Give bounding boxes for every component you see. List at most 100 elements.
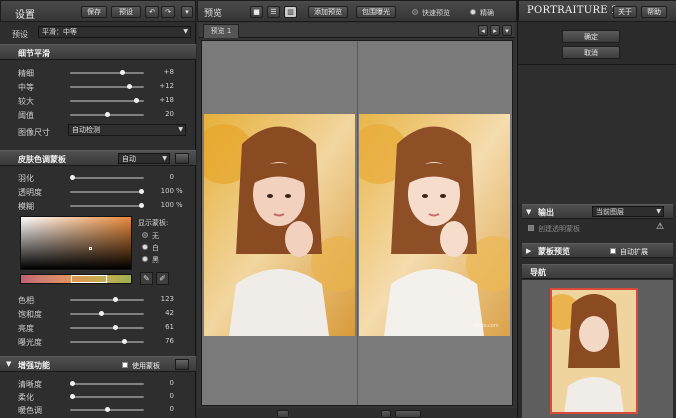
single-view-button[interactable]: ■ (250, 6, 263, 18)
enhance-picker-icon[interactable] (175, 359, 189, 370)
new-mask-layer-checkbox[interactable] (528, 225, 534, 231)
preview-divider[interactable] (357, 41, 358, 405)
save-button[interactable]: 保存 (81, 6, 107, 18)
navigator-area (522, 280, 673, 418)
output-header[interactable]: ▼ 输出 当前图层 ▼ (522, 204, 673, 219)
right-spacer (518, 64, 676, 204)
image-size-select[interactable]: 自动检测 ▼ (68, 124, 186, 136)
image-size-value: 自动检测 (72, 126, 100, 134)
tab-preview-1[interactable]: 预览 1 (203, 24, 239, 38)
enhancement-header[interactable]: ▼ 增强功能 使用蒙板 (0, 356, 196, 372)
auto-expand-checkbox[interactable] (610, 248, 616, 254)
cancel-button[interactable]: 取消 (562, 46, 620, 59)
undo-button[interactable]: ↶ (145, 6, 159, 18)
slider-label: 清晰度 (18, 380, 42, 389)
split-vertical-button[interactable]: ▥ (284, 6, 297, 18)
show-mask-radio[interactable] (142, 232, 148, 238)
tab-scroll-right-button[interactable]: ▸ (490, 25, 500, 36)
zoom-out-button[interactable] (277, 410, 289, 418)
mask-preview-header[interactable]: ▶ 蒙板预览 自动扩展 (522, 243, 673, 258)
right-header: PORTRAITURE 2 关于 帮助 (518, 0, 676, 22)
left-title: 设置 (15, 10, 35, 21)
left-header: 设置 保存 预设 ↶ ↷ ▾ (0, 0, 196, 22)
preview-title: 预览 (204, 9, 223, 19)
left-collapse-button[interactable]: ▾ (181, 6, 193, 18)
slider-track[interactable] (70, 189, 144, 194)
skin-mask-header[interactable]: 皮肤色调蒙板 自动 ▼ (0, 150, 196, 166)
quick-preview-label: 快速预览 (422, 9, 450, 17)
use-mask-label: 使用蒙板 (132, 362, 160, 370)
tab-menu-button[interactable]: ▾ (502, 25, 512, 36)
slider-thumb[interactable] (105, 407, 110, 412)
slider-label: 曝光度 (18, 338, 42, 347)
tab-scroll-left-button[interactable]: ◂ (478, 25, 488, 36)
skin-mask-mode-select[interactable]: 自动 ▼ (118, 153, 170, 164)
zoom-in-button[interactable] (381, 410, 391, 418)
use-mask-checkbox[interactable] (122, 362, 128, 368)
slider-value: 0 (169, 392, 174, 400)
show-mask-radio[interactable] (142, 244, 148, 250)
slider-track[interactable] (70, 84, 144, 89)
ok-button[interactable]: 确定 (562, 30, 620, 43)
add-preview-button[interactable]: 添加预览 (308, 6, 348, 18)
slider-track[interactable] (70, 175, 144, 180)
slider-track[interactable] (70, 381, 144, 386)
output-value: 当前图层 (596, 208, 624, 216)
mask-picker-icon[interactable] (175, 153, 189, 164)
slider-thumb[interactable] (139, 203, 144, 208)
quick-preview-radio[interactable] (412, 9, 418, 15)
show-mask-radio[interactable] (142, 256, 148, 262)
slider-thumb[interactable] (134, 98, 139, 103)
slider-value: 0 (169, 405, 174, 413)
brand-logo: PORTRAITURE 2 (527, 5, 619, 16)
detail-smoothing-header[interactable]: 细节平滑 (0, 44, 196, 60)
slider-track[interactable] (70, 311, 144, 316)
slider-thumb[interactable] (120, 70, 125, 75)
slider-track[interactable] (70, 297, 144, 302)
retouched-photo[interactable] (359, 114, 510, 336)
help-button[interactable]: 帮助 (641, 6, 667, 18)
slider-track[interactable] (70, 339, 144, 344)
detail-smoothing-title: 细节平滑 (18, 49, 50, 58)
slider-thumb[interactable] (99, 311, 104, 316)
slider-track[interactable] (70, 70, 144, 75)
center-panel: 预览 ■ ☰ ▥ 添加预览 包围曝光 快速预览 精确 预览 1 ◂ ▸ ▾ ty… (197, 0, 517, 418)
exposure-bracket-button[interactable]: 包围曝光 (356, 6, 396, 18)
precise-radio[interactable] (470, 9, 476, 15)
slider-thumb[interactable] (113, 325, 118, 330)
skin-color-field[interactable] (20, 216, 132, 270)
navigator-thumbnail[interactable] (550, 288, 638, 414)
slider-track[interactable] (70, 325, 144, 330)
slider-thumb[interactable] (70, 381, 75, 386)
hue-strip[interactable] (20, 274, 132, 284)
preset-select[interactable]: 平滑：中等 ▼ (38, 26, 191, 38)
preset-menu-button[interactable]: 预设 (111, 6, 141, 18)
tab-label: 预览 1 (210, 27, 232, 35)
slider-value: 100 (160, 201, 174, 209)
slider-thumb[interactable] (70, 175, 75, 180)
original-photo[interactable] (204, 114, 355, 336)
slider-thumb[interactable] (113, 297, 118, 302)
dropdown-arrow-icon: ▼ (162, 155, 167, 162)
slider-track[interactable] (70, 394, 144, 399)
redo-icon: ↷ (165, 8, 171, 16)
arrow-right-icon: ▸ (493, 27, 497, 35)
eyedropper-minus-icon[interactable]: ✐ (156, 272, 169, 285)
slider-track[interactable] (70, 112, 144, 117)
split-horizontal-button[interactable]: ☰ (267, 6, 280, 18)
zoom-level-select[interactable] (395, 410, 421, 418)
eyedropper-icon[interactable]: ✎ (140, 272, 153, 285)
slider-track[interactable] (70, 203, 144, 208)
slider-track[interactable] (70, 407, 144, 412)
slider-label: 模糊 (18, 202, 34, 211)
slider-track[interactable] (70, 98, 144, 103)
slider-thumb[interactable] (105, 112, 110, 117)
slider-thumb[interactable] (122, 339, 127, 344)
split-vertical-icon: ▥ (287, 8, 294, 16)
redo-button[interactable]: ↷ (161, 6, 175, 18)
slider-thumb[interactable] (139, 189, 144, 194)
about-button[interactable]: 关于 (613, 6, 637, 18)
slider-thumb[interactable] (70, 394, 75, 399)
slider-thumb[interactable] (127, 84, 132, 89)
output-select[interactable]: 当前图层 ▼ (592, 206, 664, 217)
